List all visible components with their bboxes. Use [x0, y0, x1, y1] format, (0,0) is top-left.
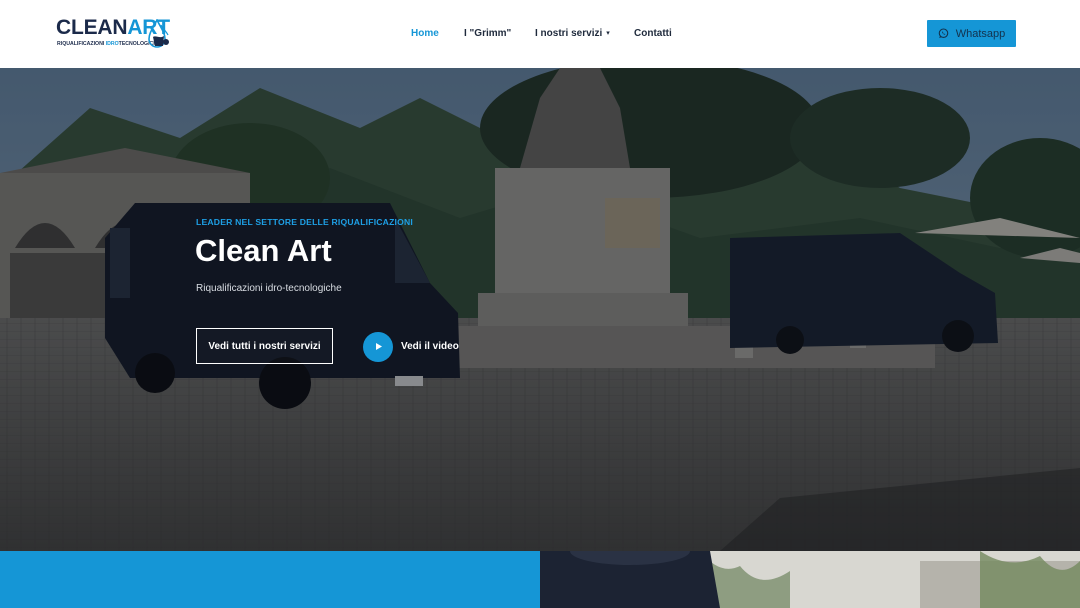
nav-item-home[interactable]: Home [411, 27, 439, 41]
nav-item-services-label: I nostri servizi [535, 28, 603, 39]
logo-tagline: RIQUALIFICAZIONI IDROTECNOLOGICHE [57, 41, 161, 47]
hero-eyebrow: LEADER NEL SETTORE DELLE RIQUALIFICAZION… [196, 217, 414, 227]
play-button[interactable] [363, 331, 393, 362]
hero-subtitle: Riqualificazioni idro-tecnologiche [196, 283, 342, 294]
watch-video-label: Vedi il video [401, 341, 459, 352]
hero-section: LEADER NEL SETTORE DELLE RIQUALIFICAZION… [0, 68, 1080, 551]
play-icon [375, 343, 382, 350]
nav-item-contacts[interactable]: Contatti [634, 27, 672, 41]
whatsapp-icon [938, 28, 949, 38]
nav-item-services[interactable]: I nostri servizi ▾ [535, 27, 610, 41]
hero-title: Clean Art [195, 233, 332, 268]
site-header: CLEANART RIQUALIFICAZIONI IDROTECNOLOGIC… [0, 0, 1080, 68]
hero-dark-overlay [0, 68, 1080, 551]
view-all-services-button[interactable]: Vedi tutti i nostri servizi [196, 328, 333, 364]
whatsapp-button[interactable]: Whatsapp [927, 20, 1016, 47]
blue-feature-panel [0, 551, 540, 608]
clean-art-logo[interactable]: CLEANART RIQUALIFICAZIONI IDROTECNOLOGIC… [56, 17, 172, 51]
chevron-down-icon: ▾ [606, 30, 610, 37]
water-drop-mark-icon [148, 19, 169, 48]
team-photo-image [540, 551, 1080, 608]
team-photo [540, 551, 1080, 608]
nav-item-grimm[interactable]: I "Grimm" [464, 27, 511, 41]
whatsapp-label: Whatsapp [955, 27, 1006, 40]
watch-video-button[interactable]: Vedi il video [363, 331, 459, 362]
